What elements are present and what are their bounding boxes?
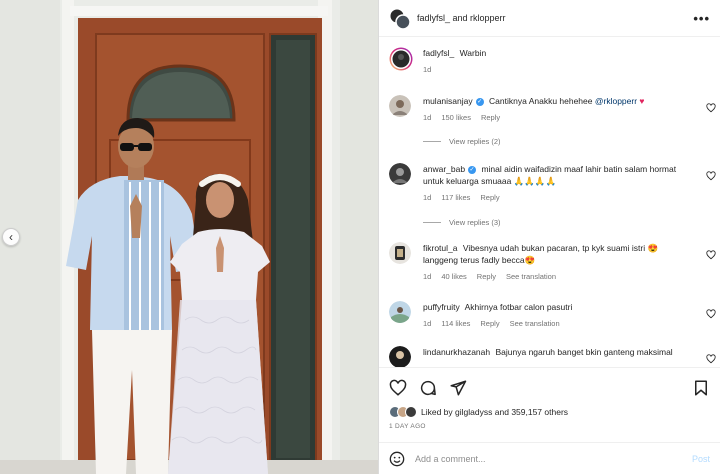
like-comment-icon[interactable]: [706, 309, 716, 319]
caption-row: fadlyfsl_ Warbin 1d: [389, 47, 710, 81]
like-heart-icon[interactable]: [389, 379, 407, 397]
post-authors[interactable]: fadlyfsl_ and rklopperr: [417, 13, 506, 23]
view-replies-button[interactable]: View replies (2): [423, 137, 501, 146]
author-avatar[interactable]: [389, 47, 413, 71]
liked-by-user[interactable]: gilgladyss: [455, 407, 492, 417]
comment-time[interactable]: 1d: [423, 271, 431, 283]
commenter-avatar[interactable]: [389, 163, 411, 185]
comment-bubble-icon[interactable]: [419, 379, 437, 397]
post-photo: ‹: [0, 0, 378, 474]
comment-body: puffyfruity Akhirnya fotbar calon pasutr…: [423, 301, 688, 330]
comment-body: mulanisanjay ✓ Cantiknya Anakku hehehee @…: [423, 95, 688, 124]
comment-likes[interactable]: 114 likes: [441, 318, 470, 330]
comment-likes[interactable]: 40 likes: [441, 271, 466, 283]
post-header: fadlyfsl_ and rklopperr •••: [379, 0, 720, 37]
comment-username[interactable]: puffyfruity: [423, 302, 460, 312]
commenter-avatar[interactable]: [389, 95, 411, 117]
view-replies-button[interactable]: View replies (3): [423, 218, 501, 227]
like-comment-icon[interactable]: [706, 103, 716, 113]
save-bookmark-icon[interactable]: [692, 379, 710, 397]
post-detail-panel: fadlyfsl_ and rklopperr ••• fadlyfsl_ Wa…: [378, 0, 720, 474]
post-date[interactable]: 1 DAY AGO: [389, 423, 426, 430]
see-translation-button[interactable]: See translation: [510, 318, 560, 330]
comment-text: Bajunya ngaruh banget bkin ganteng maksi…: [495, 347, 673, 357]
more-options-icon[interactable]: •••: [693, 11, 710, 26]
commenter-avatar[interactable]: [389, 301, 411, 323]
comment-likes[interactable]: 150 likes: [441, 112, 471, 124]
post-comment-button[interactable]: Post: [692, 454, 710, 464]
comment-body: lindanurkhazanah Bajunya ngaruh banget b…: [423, 346, 688, 358]
collab-avatars[interactable]: [389, 8, 411, 30]
verified-badge-icon: ✓: [475, 97, 484, 106]
comment-item: lindanurkhazanah Bajunya ngaruh banget b…: [389, 346, 716, 367]
likes-summary: Liked by gilgladyss and 359,157 others: [389, 406, 710, 418]
comment-item: anwar_bab ✓ minal aidin waifadizin maaf l…: [389, 163, 716, 207]
comment-item: mulanisanjay ✓ Cantiknya Anakku hehehee @…: [389, 95, 716, 129]
likes-and: and: [494, 407, 509, 417]
comments-list: fadlyfsl_ Warbin 1d mulanisanjay ✓ Cantik…: [379, 37, 720, 367]
liker-avatar[interactable]: [405, 406, 417, 418]
commenter-avatar[interactable]: [389, 346, 411, 367]
verified-badge-icon: ✓: [468, 165, 477, 174]
photo-illustration: [0, 0, 378, 474]
comment-body: anwar_bab ✓ minal aidin waifadizin maaf l…: [423, 163, 688, 204]
replies-divider: [423, 141, 441, 142]
like-comment-icon[interactable]: [706, 250, 716, 260]
likes-text: Liked by gilgladyss and 359,157 others: [421, 407, 568, 417]
likes-prefix: Liked by: [421, 407, 453, 417]
caption-text: Warbin: [459, 48, 487, 58]
add-comment-bar: Post: [379, 442, 720, 474]
caption-username[interactable]: fadlyfsl_: [423, 48, 454, 58]
caption-body: fadlyfsl_ Warbin 1d: [423, 47, 688, 76]
comment-text: Vibesnya udah bukan pacaran, tp kyk suam…: [423, 243, 659, 265]
commenter-avatar[interactable]: [389, 242, 411, 264]
comment-username[interactable]: lindanurkhazanah: [423, 347, 490, 357]
comment-username[interactable]: fikrotul_a: [423, 243, 458, 253]
add-comment-input[interactable]: [415, 453, 692, 464]
comment-time[interactable]: 1d: [423, 112, 431, 124]
reply-button[interactable]: Reply: [480, 318, 499, 330]
heart-emoji: ♥: [639, 96, 645, 106]
view-replies-label: View replies (2): [449, 137, 501, 146]
comment-text: Cantiknya Anakku hehehee: [489, 96, 593, 106]
comment-time[interactable]: 1d: [423, 318, 431, 330]
replies-divider: [423, 222, 441, 223]
likes-count[interactable]: 359,157 others: [511, 407, 568, 417]
post-actions-bar: [379, 367, 720, 407]
reply-button[interactable]: Reply: [477, 271, 496, 283]
reply-button[interactable]: Reply: [480, 192, 499, 204]
comment-body: fikrotul_a Vibesnya udah bukan pacaran, …: [423, 242, 688, 283]
like-comment-icon[interactable]: [706, 354, 716, 364]
comment-time[interactable]: 1d: [423, 192, 431, 204]
view-replies-label: View replies (3): [449, 218, 501, 227]
see-translation-button[interactable]: See translation: [506, 271, 556, 283]
share-paper-plane-icon[interactable]: [449, 379, 467, 397]
comment-likes[interactable]: 117 likes: [441, 192, 470, 204]
comment-mention[interactable]: @rklopperr: [595, 96, 637, 106]
reply-button[interactable]: Reply: [481, 112, 500, 124]
previous-image-button[interactable]: ‹: [2, 228, 20, 246]
comment-text: Akhirnya fotbar calon pasutri: [464, 302, 573, 312]
like-comment-icon[interactable]: [706, 171, 716, 181]
comment-item: fikrotul_a Vibesnya udah bukan pacaran, …: [389, 242, 716, 286]
comment-item: puffyfruity Akhirnya fotbar calon pasutr…: [389, 301, 716, 335]
comment-username[interactable]: mulanisanjay: [423, 96, 473, 106]
caption-time[interactable]: 1d: [423, 64, 431, 76]
emoji-icon[interactable]: [389, 451, 405, 467]
comment-username[interactable]: anwar_bab: [423, 164, 465, 174]
